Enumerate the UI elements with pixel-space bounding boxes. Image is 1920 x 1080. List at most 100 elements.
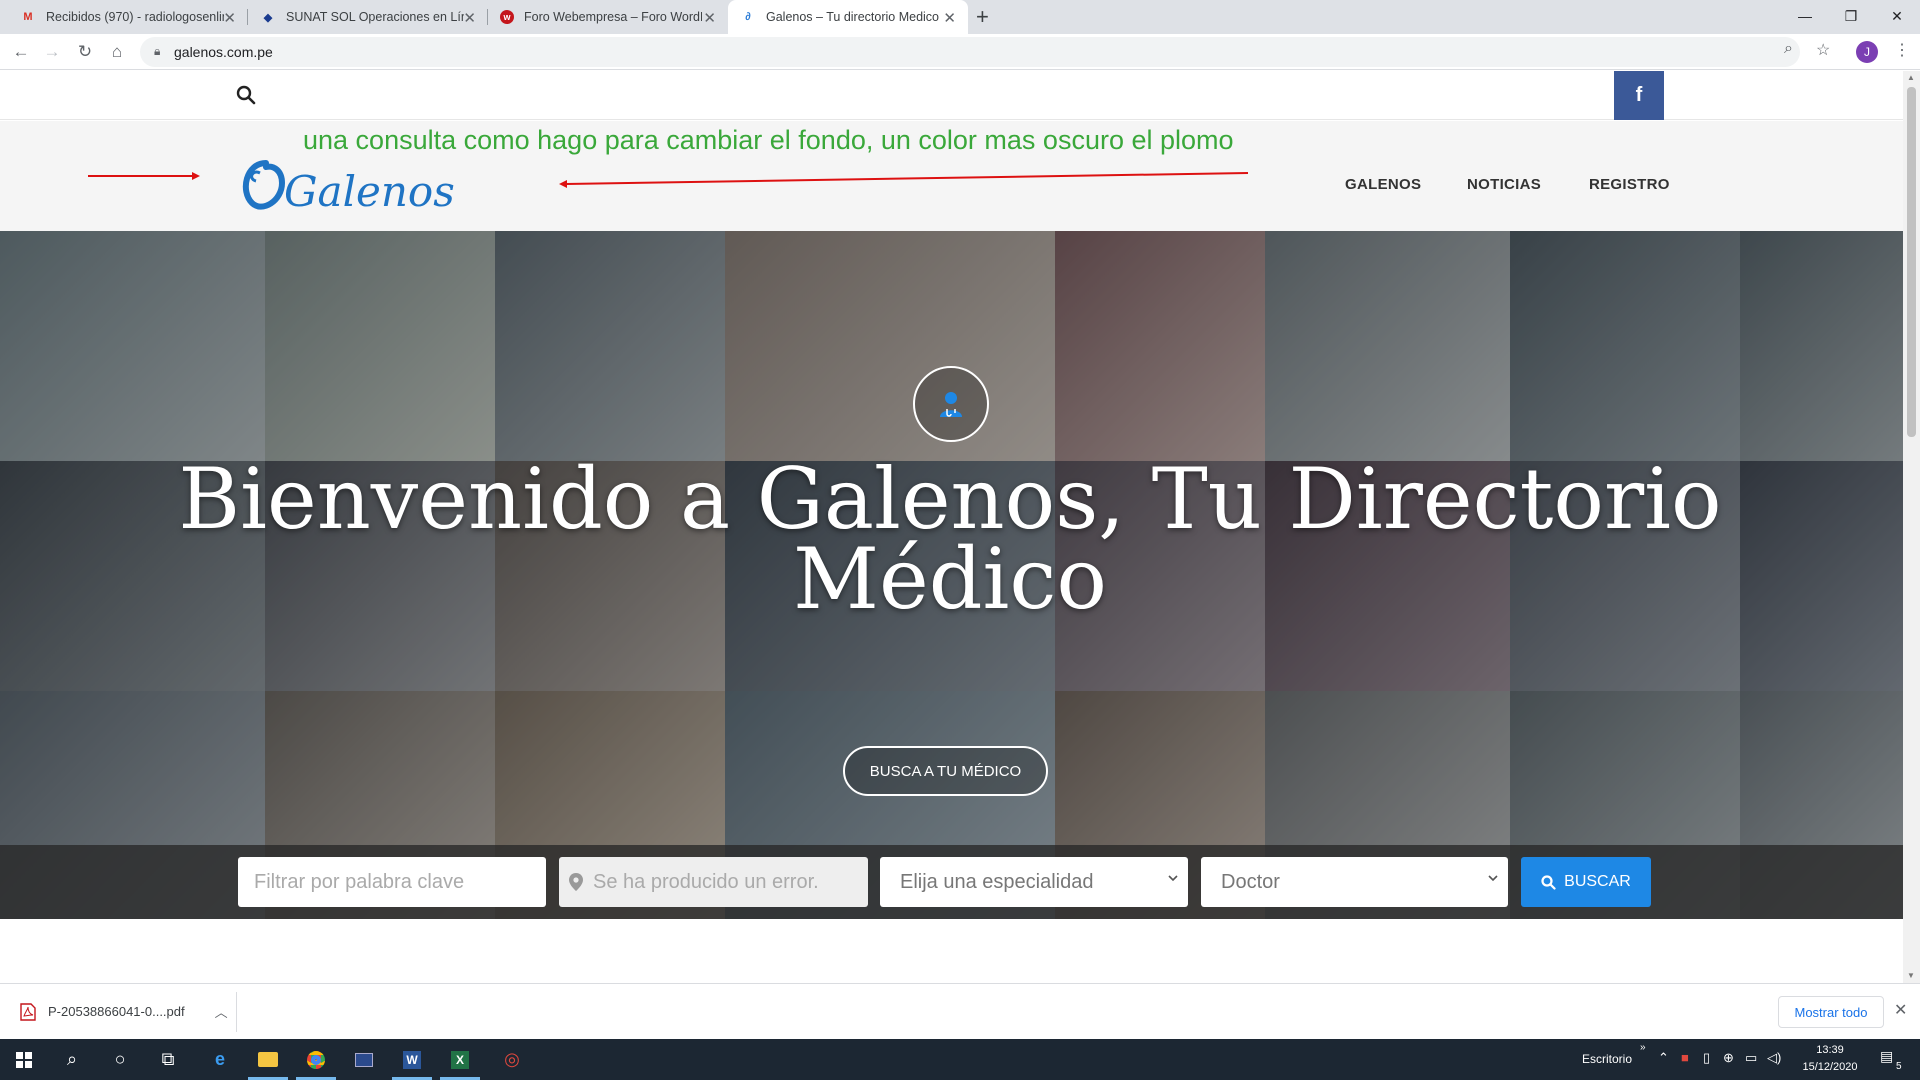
keyword-filter-input[interactable]: Filtrar por palabra clave bbox=[238, 857, 546, 907]
address-bar[interactable]: 🔒︎ galenos.com.pe bbox=[140, 37, 1800, 67]
close-tab-icon[interactable]: ✕ bbox=[943, 9, 956, 27]
download-separator bbox=[236, 992, 237, 1032]
task-view-icon[interactable]: ⧉ bbox=[144, 1039, 192, 1080]
browser-tab-strip: M Recibidos (970) - radiologosenlin ✕ ◆ … bbox=[0, 0, 1920, 34]
new-tab-button[interactable]: + bbox=[976, 4, 989, 30]
close-tab-icon[interactable]: ✕ bbox=[223, 9, 236, 27]
clock-time[interactable]: 13:39 bbox=[1802, 1044, 1858, 1056]
pdf-file-icon bbox=[20, 1002, 36, 1021]
nav-registro[interactable]: REGISTRO bbox=[1589, 176, 1670, 193]
annotation-text: una consulta como hago para cambiar el f… bbox=[303, 125, 1234, 155]
specialty-value: Elija una especialidad bbox=[900, 870, 1094, 893]
search-button[interactable]: BUSCAR bbox=[1521, 857, 1651, 907]
scroll-up-arrow[interactable]: ▲ bbox=[1907, 73, 1915, 82]
map-pin-icon bbox=[569, 873, 583, 891]
browser-toolbar: ← → ↻ ⌂ 🔒︎ galenos.com.pe ⌕ ☆ J ⋮ bbox=[0, 34, 1920, 70]
doctor-glyph bbox=[940, 392, 962, 417]
hero-title: Bienvenido a Galenos, Tu Directorio Médi… bbox=[178, 450, 1722, 628]
galenos-logo[interactable]: Galenos bbox=[238, 151, 455, 221]
find-doctor-button[interactable]: BUSCA A TU MÉDICO bbox=[843, 746, 1048, 796]
chevron-down-icon bbox=[1168, 875, 1178, 882]
desktop-toolbar-label[interactable]: Escritorio bbox=[1582, 1052, 1632, 1066]
tab-webempresa[interactable]: w Foro Webempresa – Foro WordPress ✕ bbox=[488, 0, 728, 34]
location-placeholder: Se ha producido un error. bbox=[593, 870, 819, 893]
site-topbar: f bbox=[0, 71, 1903, 120]
chrome-menu-icon[interactable]: ⋮ bbox=[1894, 40, 1910, 60]
keyword-placeholder: Filtrar por palabra clave bbox=[254, 870, 465, 893]
clock-date[interactable]: 15/12/2020 bbox=[1800, 1061, 1860, 1073]
search-icon[interactable]: ⌕ bbox=[48, 1039, 96, 1080]
close-tab-icon[interactable]: ✕ bbox=[463, 9, 476, 27]
windows-taskbar: ⌕ ○ ⧉ e W X ◎ Escritorio » ⌃ ■ ▯ ⊕ ▭ ◁) … bbox=[0, 1039, 1920, 1080]
show-all-downloads-button[interactable]: Mostrar todo bbox=[1778, 996, 1884, 1028]
tab-title: SUNAT SOL Operaciones en Línea bbox=[286, 10, 464, 24]
zoom-icon[interactable]: ⌕ bbox=[1784, 40, 1793, 58]
lock-icon: 🔒︎ bbox=[154, 44, 161, 58]
excel-icon[interactable]: X bbox=[436, 1039, 484, 1080]
search-filter-bar: Filtrar por palabra clave Se ha producid… bbox=[0, 845, 1903, 919]
home-button[interactable]: ⌂ bbox=[105, 40, 129, 64]
battery-icon[interactable]: ▯ bbox=[1703, 1050, 1710, 1066]
close-window-button[interactable]: ✕ bbox=[1874, 0, 1920, 32]
facebook-button[interactable]: f bbox=[1614, 71, 1664, 120]
bookmark-star-icon[interactable]: ☆ bbox=[1816, 40, 1830, 60]
chrome-glyph bbox=[307, 1050, 325, 1069]
doctor-icon bbox=[913, 366, 989, 442]
cortana-icon[interactable]: ○ bbox=[96, 1039, 144, 1080]
notifications-icon[interactable]: ▤ bbox=[1880, 1048, 1893, 1065]
nav-galenos[interactable]: GALENOS bbox=[1345, 176, 1421, 193]
word-glyph: W bbox=[403, 1050, 421, 1069]
tab-gmail[interactable]: M Recibidos (970) - radiologosenlin ✕ bbox=[8, 0, 248, 34]
tab-title: Foro Webempresa – Foro WordPress bbox=[524, 10, 702, 24]
page-viewport: f una consulta como hago para cambiar el… bbox=[0, 71, 1903, 983]
page-scrollbar[interactable]: ▲ ▼ bbox=[1903, 71, 1920, 983]
specialty-select[interactable]: Elija una especialidad bbox=[880, 857, 1188, 907]
doctor-select[interactable]: Doctor bbox=[1201, 857, 1508, 907]
toolbar-chevron-icon[interactable]: » bbox=[1640, 1042, 1646, 1053]
site-header: una consulta como hago para cambiar el f… bbox=[0, 121, 1903, 231]
url-text: galenos.com.pe bbox=[174, 44, 273, 60]
folder-glyph bbox=[258, 1052, 278, 1067]
nav-noticias[interactable]: NOTICIAS bbox=[1467, 176, 1541, 193]
notification-count: 5 bbox=[1896, 1061, 1902, 1072]
language-icon[interactable]: ⊕ bbox=[1723, 1050, 1734, 1066]
tab-galenos[interactable]: ∂ Galenos – Tu directorio Medico ✕ bbox=[728, 0, 968, 34]
windows-start-icon[interactable] bbox=[0, 1039, 48, 1080]
chrome-icon[interactable] bbox=[292, 1039, 340, 1080]
webempresa-icon: w bbox=[500, 10, 514, 24]
scrollbar-thumb[interactable] bbox=[1907, 87, 1916, 437]
volume-icon[interactable]: ◁) bbox=[1767, 1050, 1781, 1066]
network-icon[interactable]: ▭ bbox=[1745, 1050, 1757, 1066]
tab-title: Galenos – Tu directorio Medico bbox=[766, 10, 940, 24]
chevron-up-icon[interactable]: ︿ bbox=[215, 1002, 228, 1021]
forward-button[interactable]: → bbox=[40, 40, 64, 64]
back-button[interactable]: ← bbox=[9, 40, 33, 64]
close-tab-icon[interactable]: ✕ bbox=[703, 9, 716, 27]
download-item[interactable]: P-20538866041-0....pdf ︿ bbox=[20, 1002, 228, 1021]
word-icon[interactable]: W bbox=[388, 1039, 436, 1080]
doctor-value: Doctor bbox=[1221, 870, 1280, 893]
app-glyph bbox=[355, 1052, 373, 1067]
file-explorer-icon[interactable] bbox=[244, 1039, 292, 1080]
tab-sunat[interactable]: ◆ SUNAT SOL Operaciones en Línea ✕ bbox=[248, 0, 488, 34]
edge-icon[interactable]: e bbox=[196, 1039, 244, 1080]
scroll-down-arrow[interactable]: ▼ bbox=[1907, 971, 1915, 980]
tray-expand-icon[interactable]: ⌃ bbox=[1658, 1050, 1669, 1066]
download-bar: P-20538866041-0....pdf ︿ Mostrar todo ✕ bbox=[0, 983, 1920, 1039]
hero-section: Bienvenido a Galenos, Tu Directorio Médi… bbox=[0, 231, 1903, 919]
minimize-button[interactable]: — bbox=[1782, 0, 1828, 32]
profile-avatar[interactable]: J bbox=[1856, 41, 1878, 63]
search-icon[interactable] bbox=[236, 85, 256, 105]
app-icon[interactable] bbox=[340, 1039, 388, 1080]
recorder-icon[interactable]: ◎ bbox=[488, 1039, 536, 1080]
pdf-tray-icon[interactable]: ■ bbox=[1681, 1050, 1689, 1065]
reload-button[interactable]: ↻ bbox=[73, 40, 97, 64]
tab-title: Recibidos (970) - radiologosenlin bbox=[46, 10, 224, 24]
chevron-down-icon bbox=[1488, 875, 1498, 882]
download-filename: P-20538866041-0....pdf bbox=[48, 1004, 185, 1019]
logo-wordmark: Galenos bbox=[284, 167, 455, 216]
search-icon bbox=[1541, 874, 1556, 890]
location-filter-input[interactable]: Se ha producido un error. bbox=[559, 857, 868, 907]
close-download-bar-icon[interactable]: ✕ bbox=[1894, 1000, 1907, 1020]
maximize-button[interactable]: ❐ bbox=[1828, 0, 1874, 32]
